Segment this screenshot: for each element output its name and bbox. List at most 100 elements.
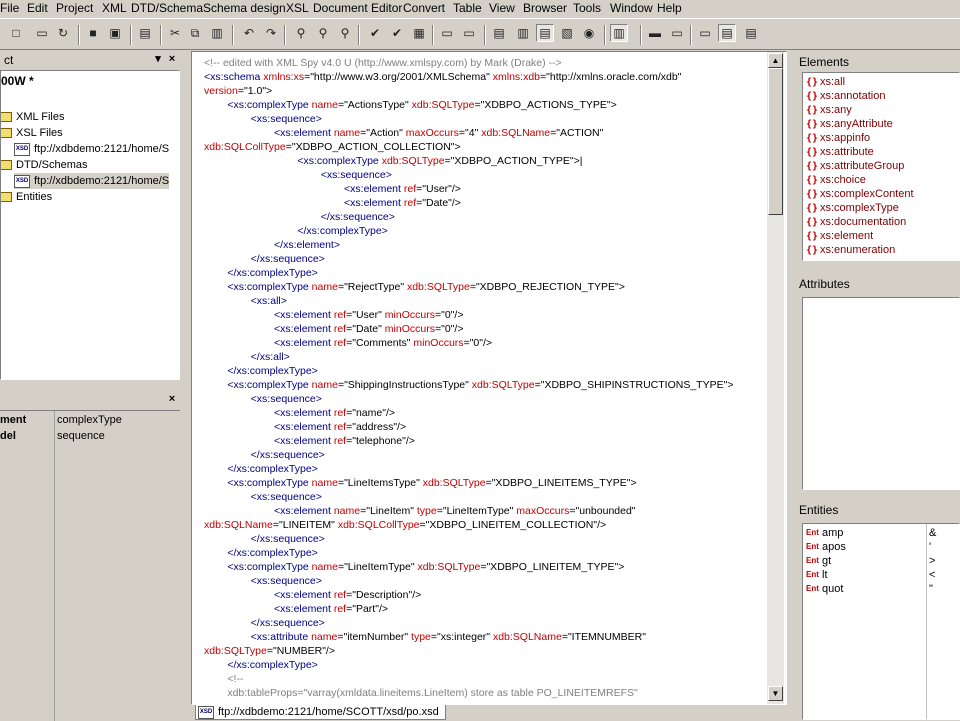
code-token: ="xs:integer" xyxy=(430,631,493,643)
element-list-item[interactable]: {} xs:enumeration xyxy=(806,243,895,257)
find-icon[interactable]: ⚲ xyxy=(292,24,310,42)
menu-window[interactable]: Window xyxy=(610,1,653,15)
code-token: name xyxy=(311,477,338,489)
code-token: xdb:SQLName xyxy=(492,631,562,643)
menu-edit[interactable]: Edit xyxy=(27,1,48,15)
cut-icon[interactable]: ✂ xyxy=(166,24,184,42)
entity-row[interactable]: Ent lt < xyxy=(806,568,956,582)
menu-xml[interactable]: XML xyxy=(102,1,127,15)
menu-project[interactable]: Project xyxy=(56,1,93,15)
project-tree-item[interactable]: XSL Files xyxy=(1,125,63,141)
vertical-scrollbar[interactable]: ▲ ▼ xyxy=(767,52,784,704)
code-line: <xs:complexType name="ShippingInstructio… xyxy=(204,378,733,392)
file-tab[interactable]: XSD ftp://xdbdemo:2121/home/SCOTT/xsd/po.… xyxy=(195,705,446,720)
entity-row[interactable]: Ent apos ' xyxy=(806,540,956,554)
menu-browser[interactable]: Browser xyxy=(523,1,567,15)
code-token: <xs:element xyxy=(204,589,334,601)
element-list-item[interactable]: {} xs:annotation xyxy=(806,89,885,103)
menu-tools[interactable]: Tools xyxy=(573,1,601,15)
element-list-item[interactable]: {} xs:element xyxy=(806,229,873,243)
project-window-icon[interactable]: ▥ xyxy=(610,24,628,42)
menu-convert[interactable]: Convert xyxy=(403,1,445,15)
code-line: <xs:element name="LineItem" type="LineIt… xyxy=(204,504,636,518)
scroll-down-icon[interactable]: ▼ xyxy=(768,686,783,701)
element-list-item[interactable]: {} xs:complexType xyxy=(806,201,899,215)
text-view-icon[interactable]: ▤ xyxy=(536,24,554,42)
scroll-thumb[interactable] xyxy=(768,68,783,215)
scroll-up-icon[interactable]: ▲ xyxy=(768,53,783,68)
code-token: ="LineItemType" xyxy=(436,505,517,517)
info-window-icon[interactable]: ▬ xyxy=(646,24,664,42)
entry-helper-icon[interactable]: ▭ xyxy=(668,24,686,42)
entity-row[interactable]: Ent quot " xyxy=(806,582,956,596)
close-icon[interactable]: × xyxy=(166,393,178,405)
element-list-item[interactable]: {} xs:complexContent xyxy=(806,187,914,201)
output-icon[interactable]: ▭ xyxy=(696,24,714,42)
print-icon[interactable]: ▤ xyxy=(136,24,154,42)
menu-table[interactable]: Table xyxy=(453,1,482,15)
open-icon[interactable]: ▭ xyxy=(33,24,51,42)
info-value[interactable]: sequence xyxy=(57,429,105,444)
authentic-view-icon[interactable]: ▧ xyxy=(558,24,576,42)
code-token: ="XDBPO_LINEITEM_COLLECTION"/> xyxy=(419,519,607,531)
element-list-item[interactable]: {} xs:documentation xyxy=(806,215,906,229)
find-next-icon[interactable]: ⚲ xyxy=(314,24,332,42)
entity-row[interactable]: Ent gt > xyxy=(806,554,956,568)
toolbar-separator xyxy=(284,25,286,45)
refresh-icon[interactable]: ↻ xyxy=(54,24,72,42)
enhanced-grid-icon[interactable]: ▤ xyxy=(490,24,508,42)
menu-dtd-schema[interactable]: DTD/Schema xyxy=(131,1,203,15)
paste-icon[interactable]: ▥ xyxy=(208,24,226,42)
element-list-item[interactable]: {} xs:anyAttribute xyxy=(806,117,893,131)
code-line: <xs:element ref="Description"/> xyxy=(204,588,421,602)
menu-schema-design[interactable]: Schema design xyxy=(203,1,286,15)
element-list-item[interactable]: {} xs:all xyxy=(806,75,845,89)
info-value[interactable]: complexType xyxy=(57,413,122,428)
entity-row[interactable]: Ent amp & xyxy=(806,526,956,540)
project-tree-item[interactable]: DTD/Schemas xyxy=(1,157,88,173)
xml-editor[interactable]: <!-- edited with XML Spy v4.0 U (http://… xyxy=(191,51,787,705)
pin-icon[interactable]: ▾ xyxy=(152,53,164,65)
menu-view[interactable]: View xyxy=(489,1,515,15)
element-list-item[interactable]: {} xs:any xyxy=(806,103,852,117)
code-line: <xs:sequence> xyxy=(204,392,322,406)
code-line: </xs:sequence> xyxy=(204,616,325,630)
table-view-icon[interactable]: ▦ xyxy=(410,24,428,42)
project-tree-item-label: DTD/Schemas xyxy=(16,159,88,171)
schema-design-icon[interactable]: ▥ xyxy=(514,24,532,42)
new-icon[interactable]: □ xyxy=(7,24,25,42)
fo-transform-icon[interactable]: ▭ xyxy=(460,24,478,42)
element-list-item[interactable]: {} xs:choice xyxy=(806,173,866,187)
copy-icon[interactable]: ⧉ xyxy=(186,24,204,42)
menu-xsl[interactable]: XSL xyxy=(286,1,309,15)
project-tree-item[interactable]: XSD ftp://xdbdemo:2121/home/S xyxy=(14,141,169,157)
close-icon[interactable]: × xyxy=(166,53,178,65)
save-all-icon[interactable]: ▣ xyxy=(106,24,124,42)
element-list-item[interactable]: {} xs:attribute xyxy=(806,145,874,159)
element-list-item-label: xs:any xyxy=(820,104,852,116)
browser-view-icon[interactable]: ◉ xyxy=(580,24,598,42)
element-list-item[interactable]: {} xs:attributeGroup xyxy=(806,159,904,173)
element-list-item-label: xs:choice xyxy=(820,174,866,186)
wrap-icon[interactable]: ▤ xyxy=(718,24,736,42)
undo-icon[interactable]: ↶ xyxy=(240,24,258,42)
check-wellformed-icon[interactable]: ✔ xyxy=(366,24,384,42)
code-area[interactable]: <!-- edited with XML Spy v4.0 U (http://… xyxy=(204,56,774,704)
xsl-transform-icon[interactable]: ▭ xyxy=(438,24,456,42)
project-root[interactable]: 00W * xyxy=(1,73,34,89)
redo-icon[interactable]: ↷ xyxy=(262,24,280,42)
project-tree-item[interactable]: Entities xyxy=(1,189,52,205)
project-tree-item[interactable]: XSD ftp://xdbdemo:2121/home/S xyxy=(14,173,170,189)
project-tree-item[interactable]: XML Files xyxy=(1,109,65,125)
replace-icon[interactable]: ⚲ xyxy=(336,24,354,42)
menu-file[interactable]: File xyxy=(0,1,19,15)
menu-document-editor[interactable]: Document Editor xyxy=(313,1,402,15)
save-icon[interactable]: ■ xyxy=(84,24,102,42)
entity-value: & xyxy=(929,527,937,539)
validate-icon[interactable]: ✔ xyxy=(388,24,406,42)
project-tree: 00W * XML Files XSL Files XSD ftp://xdbdemo… xyxy=(0,70,180,380)
word-wrap-icon[interactable]: ▤ xyxy=(742,24,760,42)
menu-help[interactable]: Help xyxy=(657,1,682,15)
element-brace-icon: {} xyxy=(806,77,819,88)
element-list-item[interactable]: {} xs:appinfo xyxy=(806,131,870,145)
